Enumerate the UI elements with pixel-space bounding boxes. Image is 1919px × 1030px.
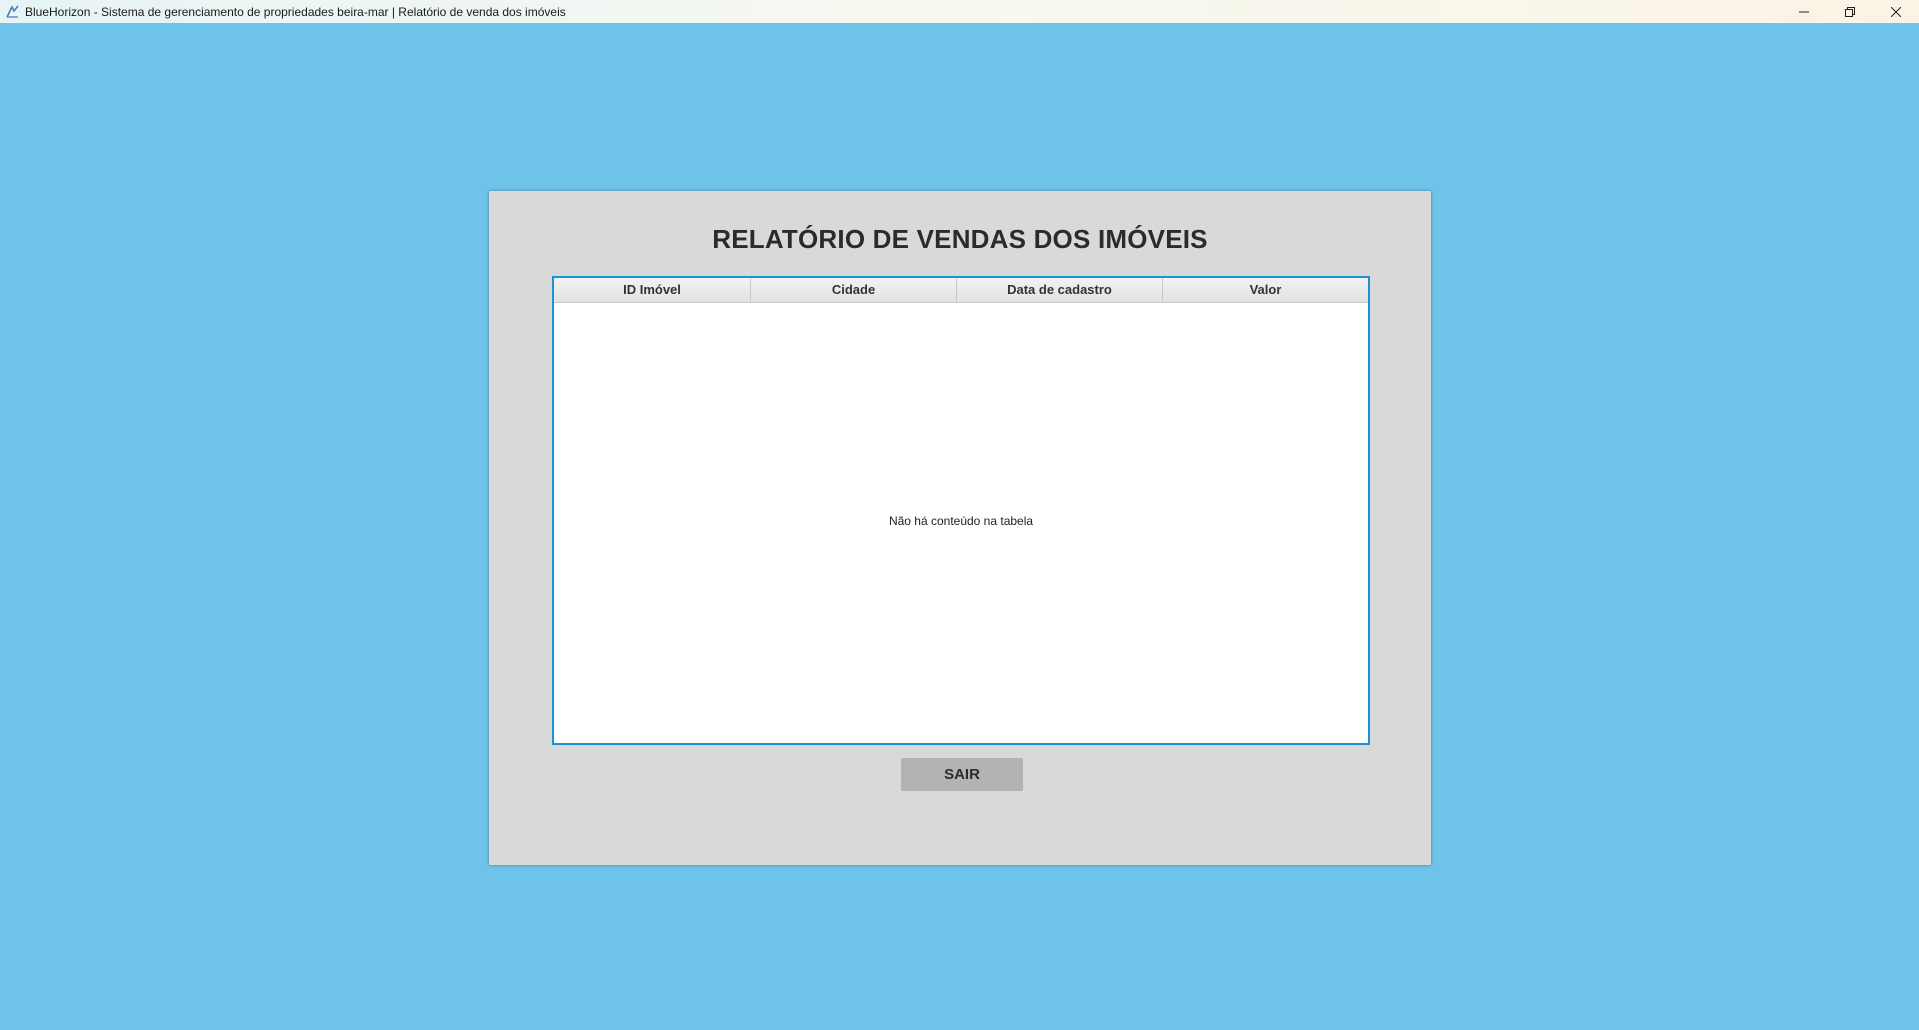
window-controls bbox=[1781, 0, 1919, 23]
table-empty-message: Não há conteúdo na tabela bbox=[888, 514, 1034, 528]
column-header-id-imovel[interactable]: ID Imóvel bbox=[554, 278, 751, 302]
report-title: RELATÓRIO DE VENDAS DOS IMÓVEIS bbox=[712, 224, 1208, 254]
table-header: ID Imóvel Cidade Data de cadastro Valor bbox=[554, 278, 1368, 303]
close-icon bbox=[1891, 6, 1901, 17]
minimize-icon bbox=[1799, 11, 1809, 12]
sales-report-table[interactable]: ID Imóvel Cidade Data de cadastro Valor … bbox=[552, 276, 1370, 745]
minimize-button[interactable] bbox=[1781, 0, 1827, 23]
window-title-bar[interactable]: BlueHorizon - Sistema de gerenciamento d… bbox=[0, 0, 1919, 23]
maximize-button[interactable] bbox=[1827, 0, 1873, 23]
column-header-cidade[interactable]: Cidade bbox=[751, 278, 957, 302]
restore-icon bbox=[1845, 6, 1855, 17]
column-header-valor[interactable]: Valor bbox=[1163, 278, 1368, 302]
exit-button[interactable]: SAIR bbox=[901, 758, 1023, 791]
window-title: BlueHorizon - Sistema de gerenciamento d… bbox=[25, 4, 566, 19]
column-header-data-de-cadastro[interactable]: Data de cadastro bbox=[957, 278, 1163, 302]
report-panel: RELATÓRIO DE VENDAS DOS IMÓVEIS ID Imóve… bbox=[489, 191, 1431, 865]
close-button[interactable] bbox=[1873, 0, 1919, 23]
app-logo-icon bbox=[5, 5, 19, 19]
